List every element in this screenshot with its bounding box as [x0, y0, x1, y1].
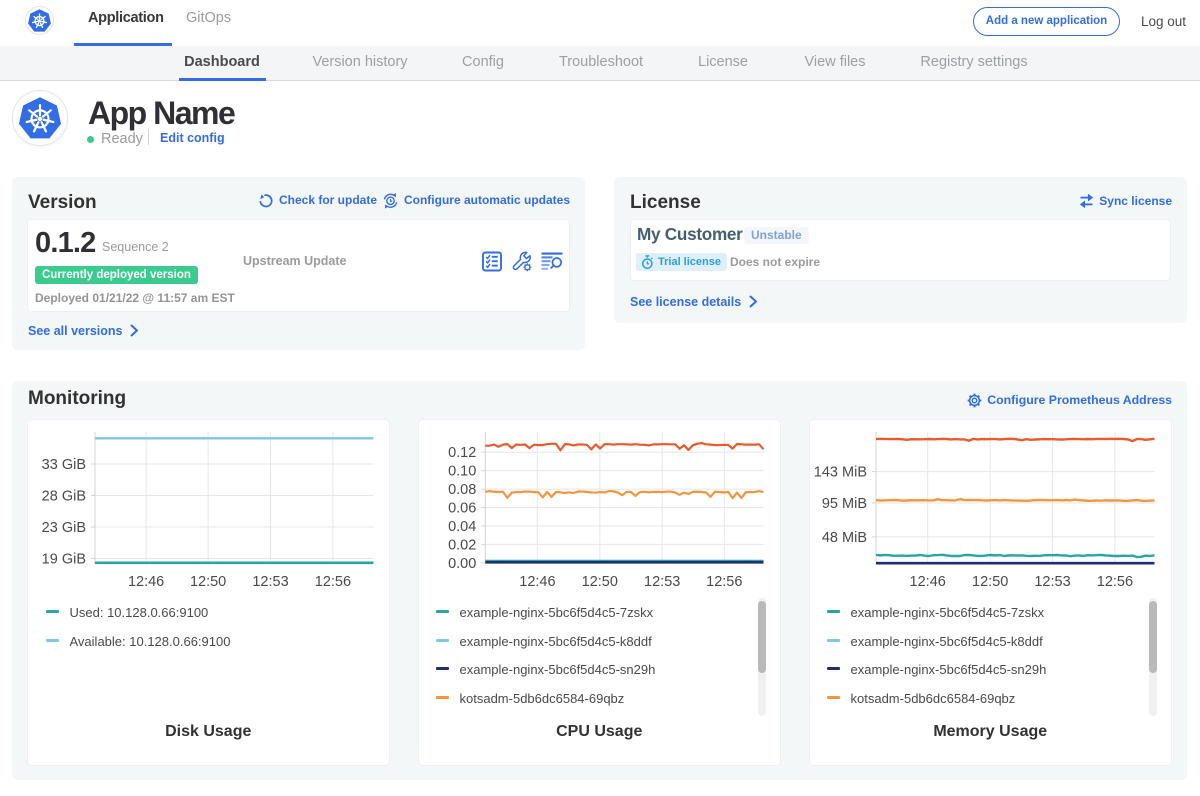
- svg-text:12:46: 12:46: [127, 574, 163, 590]
- svg-text:12:56: 12:56: [706, 574, 742, 590]
- svg-text:12:46: 12:46: [519, 574, 555, 590]
- svg-text:12:50: 12:50: [189, 574, 225, 590]
- svg-text:0.04: 0.04: [448, 519, 476, 535]
- svg-text:95 MiB: 95 MiB: [821, 496, 866, 512]
- svg-text:12:53: 12:53: [252, 574, 288, 590]
- svg-text:0.10: 0.10: [448, 464, 476, 480]
- svg-text:23 GiB: 23 GiB: [41, 520, 85, 536]
- svg-text:0.06: 0.06: [448, 501, 476, 517]
- svg-text:0.02: 0.02: [448, 537, 476, 553]
- svg-text:19 GiB: 19 GiB: [41, 552, 85, 568]
- svg-text:12:50: 12:50: [581, 574, 617, 590]
- svg-text:12:46: 12:46: [909, 574, 945, 590]
- svg-text:0.12: 0.12: [448, 445, 476, 461]
- svg-text:28 GiB: 28 GiB: [41, 489, 85, 505]
- svg-text:12:53: 12:53: [644, 574, 680, 590]
- svg-text:143 MiB: 143 MiB: [813, 465, 866, 481]
- svg-text:12:50: 12:50: [972, 574, 1008, 590]
- svg-text:12:56: 12:56: [314, 574, 350, 590]
- svg-text:12:56: 12:56: [1096, 574, 1132, 590]
- svg-text:0.00: 0.00: [448, 556, 476, 572]
- svg-text:12:53: 12:53: [1034, 574, 1070, 590]
- svg-text:33 GiB: 33 GiB: [41, 457, 85, 473]
- svg-text:0.08: 0.08: [448, 482, 476, 498]
- svg-text:48 MiB: 48 MiB: [821, 530, 866, 546]
